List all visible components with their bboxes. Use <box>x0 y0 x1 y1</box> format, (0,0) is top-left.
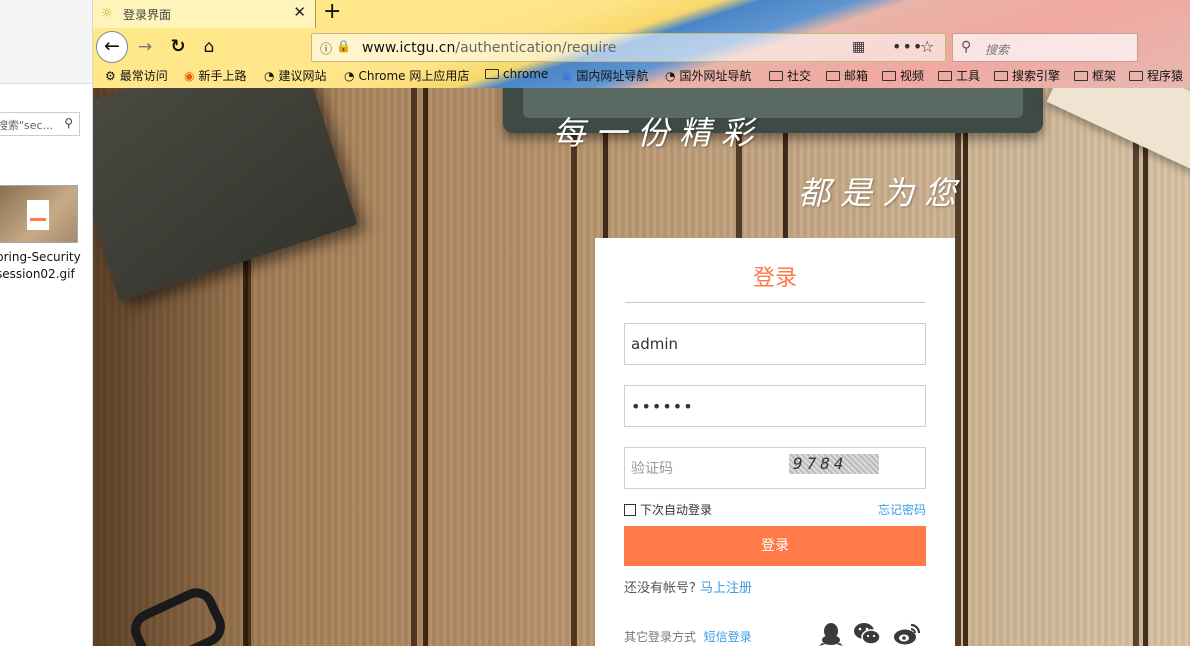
qr-code-icon[interactable]: ▦ <box>852 39 865 55</box>
folder-icon <box>485 69 499 79</box>
bookmark-folder-social[interactable]: 社交 <box>769 67 811 84</box>
weibo-login-icon[interactable] <box>893 621 921 646</box>
login-card: 登录 9784 下次自动登录 忘记密码 登录 还没有帐号? 马上注册 其它登录方… <box>595 238 955 646</box>
other-login-label: 其它登录方式 <box>624 630 697 644</box>
insecure-lock-icon[interactable]: 🔒 <box>336 39 351 53</box>
globe-icon: ◔ <box>665 69 676 83</box>
bookmark-suggested-sites[interactable]: ◔ 建议网站 <box>264 67 327 84</box>
banana-favicon-icon: ☼ <box>101 6 113 21</box>
search-icon: ⚲ <box>64 116 73 130</box>
bookmark-getting-started[interactable]: ◉ 新手上路 <box>184 67 247 84</box>
search-placeholder: 搜索 <box>985 43 1010 57</box>
info-icon[interactable]: ⓘ <box>320 40 332 57</box>
wood-plank-gap <box>1133 88 1139 646</box>
close-icon[interactable]: ✕ <box>293 3 306 21</box>
file-thumbnail[interactable] <box>0 185 78 243</box>
bookmark-folder-video[interactable]: 视频 <box>882 67 924 84</box>
file-explorer-panel: 搜索"sec... ⚲ pring-Security session02.gif <box>0 0 93 646</box>
no-account-row: 还没有帐号? 马上注册 <box>624 577 752 596</box>
bookmark-foreign-nav[interactable]: ◔ 国外网址导航 <box>665 67 752 84</box>
wood-plank-gap <box>411 88 417 646</box>
remember-me-checkbox[interactable]: 下次自动登录 <box>624 501 712 518</box>
login-button[interactable]: 登录 <box>624 526 926 566</box>
bookmark-folder-search-engines[interactable]: 搜索引擎 <box>994 67 1060 84</box>
folder-icon <box>1129 71 1143 81</box>
url-bar[interactable]: ⓘ 🔒 www.ictgu.cn/authentication/require … <box>311 33 946 62</box>
no-account-label: 还没有帐号? <box>624 581 696 596</box>
browser-tab[interactable]: ☼ 登录界面 ✕ <box>93 0 316 28</box>
register-link[interactable]: 马上注册 <box>700 581 752 596</box>
url-host: www.ictgu.cn <box>362 40 456 56</box>
other-login-row: 其它登录方式 短信登录 <box>624 628 752 645</box>
back-button[interactable]: ← <box>96 31 128 63</box>
file-name[interactable]: pring-Security session02.gif <box>0 249 92 283</box>
password-field[interactable] <box>624 385 926 427</box>
folder-icon <box>882 71 896 81</box>
explorer-search-input[interactable]: 搜索"sec... ⚲ <box>0 112 80 136</box>
bookmark-folder-frameworks[interactable]: 框架 <box>1074 67 1116 84</box>
title-divider <box>625 302 925 303</box>
checkbox-icon[interactable] <box>624 504 636 516</box>
url-path: /authentication/require <box>455 40 617 56</box>
sms-login-link[interactable]: 短信登录 <box>704 630 752 644</box>
slogan-line2: 都是为您 <box>798 174 967 212</box>
firefox-icon: ◉ <box>184 69 195 83</box>
background-envelope <box>1046 88 1190 178</box>
bookmark-folder-mail[interactable]: 邮箱 <box>826 67 868 84</box>
forgot-password-link[interactable]: 忘记密码 <box>878 501 926 518</box>
forward-button[interactable]: → <box>130 32 160 62</box>
folder-icon <box>994 71 1008 81</box>
reload-button[interactable]: ↻ <box>163 32 193 62</box>
bookmark-domestic-nav[interactable]: ▣ 国内网址导航 <box>561 67 648 84</box>
image-icon: ▣ <box>561 69 573 83</box>
bookmark-star-icon[interactable]: ☆ <box>920 37 934 56</box>
home-button[interactable]: ⌂ <box>194 32 224 62</box>
captcha-field[interactable] <box>624 447 926 489</box>
page-content: 每一份精彩 都是为您 登录 9784 下次自动登录 忘记密码 登录 还没有帐号?… <box>93 88 1190 646</box>
folder-icon <box>1074 71 1088 81</box>
url-text[interactable]: www.ictgu.cn/authentication/require <box>362 40 616 56</box>
wechat-login-icon[interactable] <box>853 621 881 646</box>
search-icon: ⚲ <box>961 39 972 55</box>
bookmark-folder-tools[interactable]: 工具 <box>938 67 980 84</box>
bookmarks-toolbar: ⚙ 最常访问 ◉ 新手上路 ◔ 建议网站 ◔ Chrome 网上应用店 chrome ▣… <box>93 64 1190 86</box>
navigation-toolbar: ← → ↻ ⌂ ⓘ 🔒 www.ictgu.cn/authentication/… <box>93 30 1190 64</box>
new-tab-button[interactable]: + <box>323 0 341 24</box>
explorer-toolbar <box>0 0 92 84</box>
bookmark-folder-programmers[interactable]: 程序猿 <box>1129 67 1183 84</box>
remember-me-label: 下次自动登录 <box>640 503 713 517</box>
username-field[interactable] <box>624 323 926 365</box>
wood-plank-gap <box>571 88 577 646</box>
gear-icon: ⚙ <box>105 69 116 83</box>
explorer-search-text: 搜索"sec... <box>0 119 54 132</box>
globe-icon: ◔ <box>264 69 275 83</box>
folder-icon <box>769 71 783 81</box>
qq-login-icon[interactable] <box>817 621 845 646</box>
login-title: 登录 <box>752 266 797 291</box>
bookmark-most-visited[interactable]: ⚙ 最常访问 <box>105 67 168 84</box>
bookmark-folder-chrome[interactable]: chrome <box>485 67 548 81</box>
slogan-line1: 每一份精彩 <box>553 114 764 152</box>
captcha-image[interactable]: 9784 <box>789 454 879 474</box>
page-actions-icon[interactable]: ••• <box>892 37 923 56</box>
tab-title: 登录界面 <box>123 8 172 22</box>
search-input[interactable]: ⚲ 搜索 <box>952 33 1138 62</box>
bookmark-chrome-webstore[interactable]: ◔ Chrome 网上应用店 <box>344 67 469 84</box>
browser-window: ☼ 登录界面 ✕ + ← → ↻ ⌂ ⓘ 🔒 www.ictgu.cn/auth… <box>93 0 1190 646</box>
folder-icon <box>826 71 840 81</box>
folder-icon <box>938 71 952 81</box>
globe-icon: ◔ <box>344 69 355 83</box>
